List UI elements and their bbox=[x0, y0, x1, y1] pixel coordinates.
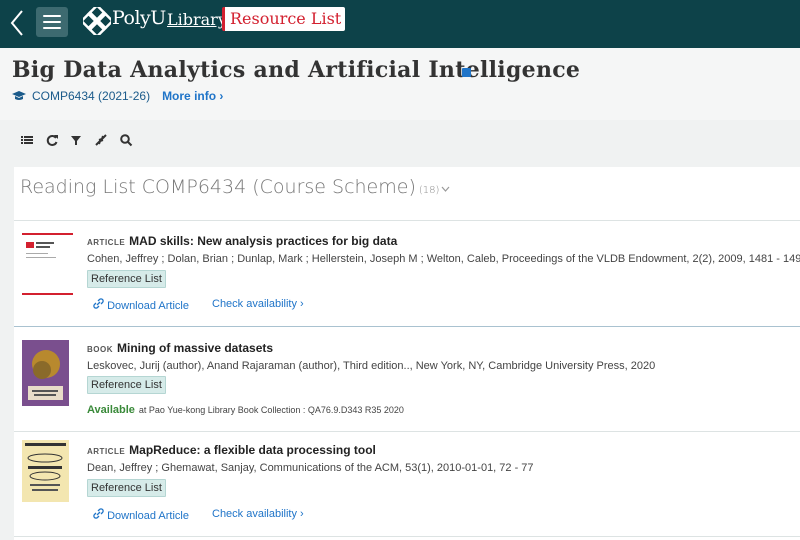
page-header: Big Data Analytics and Artificial Intell… bbox=[0, 48, 800, 120]
item-citation: Cohen, Jeffrey ; Dolan, Brian ; Dunlap, … bbox=[87, 253, 800, 265]
chevron-down-icon[interactable] bbox=[441, 186, 450, 193]
link-icon bbox=[93, 508, 104, 519]
item-citation: Dean, Jeffrey ; Ghemawat, Sanjay, Commun… bbox=[87, 462, 534, 474]
logo-resource-list[interactable]: Resource List bbox=[222, 7, 346, 31]
item-count: (18) bbox=[418, 185, 440, 196]
item-title[interactable]: BOOK Mining of massive datasets bbox=[87, 341, 273, 355]
article-thumbnail[interactable] bbox=[22, 231, 73, 297]
top-bar: PolyU Library Resource List bbox=[0, 0, 800, 48]
divider bbox=[14, 536, 800, 537]
polyu-logo-icon bbox=[83, 7, 111, 35]
course-code[interactable]: COMP6434 (2021-26) bbox=[32, 89, 150, 103]
page-title: Big Data Analytics and Artificial Intell… bbox=[12, 57, 581, 83]
availability-status: Available at Pao Yue-kong Library Book Co… bbox=[87, 404, 404, 416]
article-thumbnail[interactable] bbox=[22, 440, 69, 502]
reference-list-tag[interactable]: Reference List bbox=[87, 270, 166, 288]
toolbar bbox=[0, 120, 800, 162]
logo-polyu[interactable]: PolyU bbox=[112, 7, 166, 29]
item-type: ARTICLE bbox=[87, 447, 126, 456]
back-chevron-icon[interactable] bbox=[8, 8, 26, 38]
search-icon[interactable] bbox=[119, 133, 133, 147]
logo-library[interactable]: Library bbox=[167, 10, 227, 29]
more-info-link[interactable]: More info › bbox=[162, 89, 223, 103]
item-title[interactable]: ARTICLE MapReduce: a flexible data proces… bbox=[87, 443, 376, 457]
location-text: at Pao Yue-kong Library Book Collection … bbox=[138, 405, 404, 415]
refresh-icon[interactable] bbox=[45, 133, 59, 147]
item-type: BOOK bbox=[87, 345, 113, 354]
divider bbox=[14, 326, 800, 327]
check-availability-link[interactable]: Check availability › bbox=[212, 298, 304, 310]
filter-icon[interactable] bbox=[69, 133, 83, 147]
reference-list-tag[interactable]: Reference List bbox=[87, 479, 166, 497]
divider bbox=[14, 431, 800, 432]
available-label: Available bbox=[87, 404, 135, 416]
item-type: ARTICLE bbox=[87, 238, 126, 247]
hamburger-menu-button[interactable] bbox=[36, 7, 68, 37]
reference-list-tag[interactable]: Reference List bbox=[87, 376, 166, 394]
external-link-icon[interactable] bbox=[462, 68, 471, 77]
download-article-link[interactable]: Download Article bbox=[93, 298, 189, 312]
course-row: COMP6434 (2021-26) More info › bbox=[12, 89, 223, 103]
link-icon bbox=[93, 298, 104, 309]
graduation-cap-icon bbox=[12, 91, 26, 100]
item-citation: Leskovec, Jurij (author), Anand Rajarama… bbox=[87, 360, 656, 372]
check-availability-link[interactable]: Check availability › bbox=[212, 508, 304, 520]
collapse-icon[interactable] bbox=[94, 133, 108, 147]
download-article-link[interactable]: Download Article bbox=[93, 508, 189, 522]
book-cover-thumbnail[interactable] bbox=[22, 340, 69, 406]
reading-list-title[interactable]: Reading List COMP6434 (Course Scheme) (18… bbox=[20, 176, 450, 198]
divider bbox=[14, 220, 800, 221]
item-title[interactable]: ARTICLE MAD skills: New analysis practice… bbox=[87, 234, 397, 248]
list-icon[interactable] bbox=[20, 133, 34, 147]
